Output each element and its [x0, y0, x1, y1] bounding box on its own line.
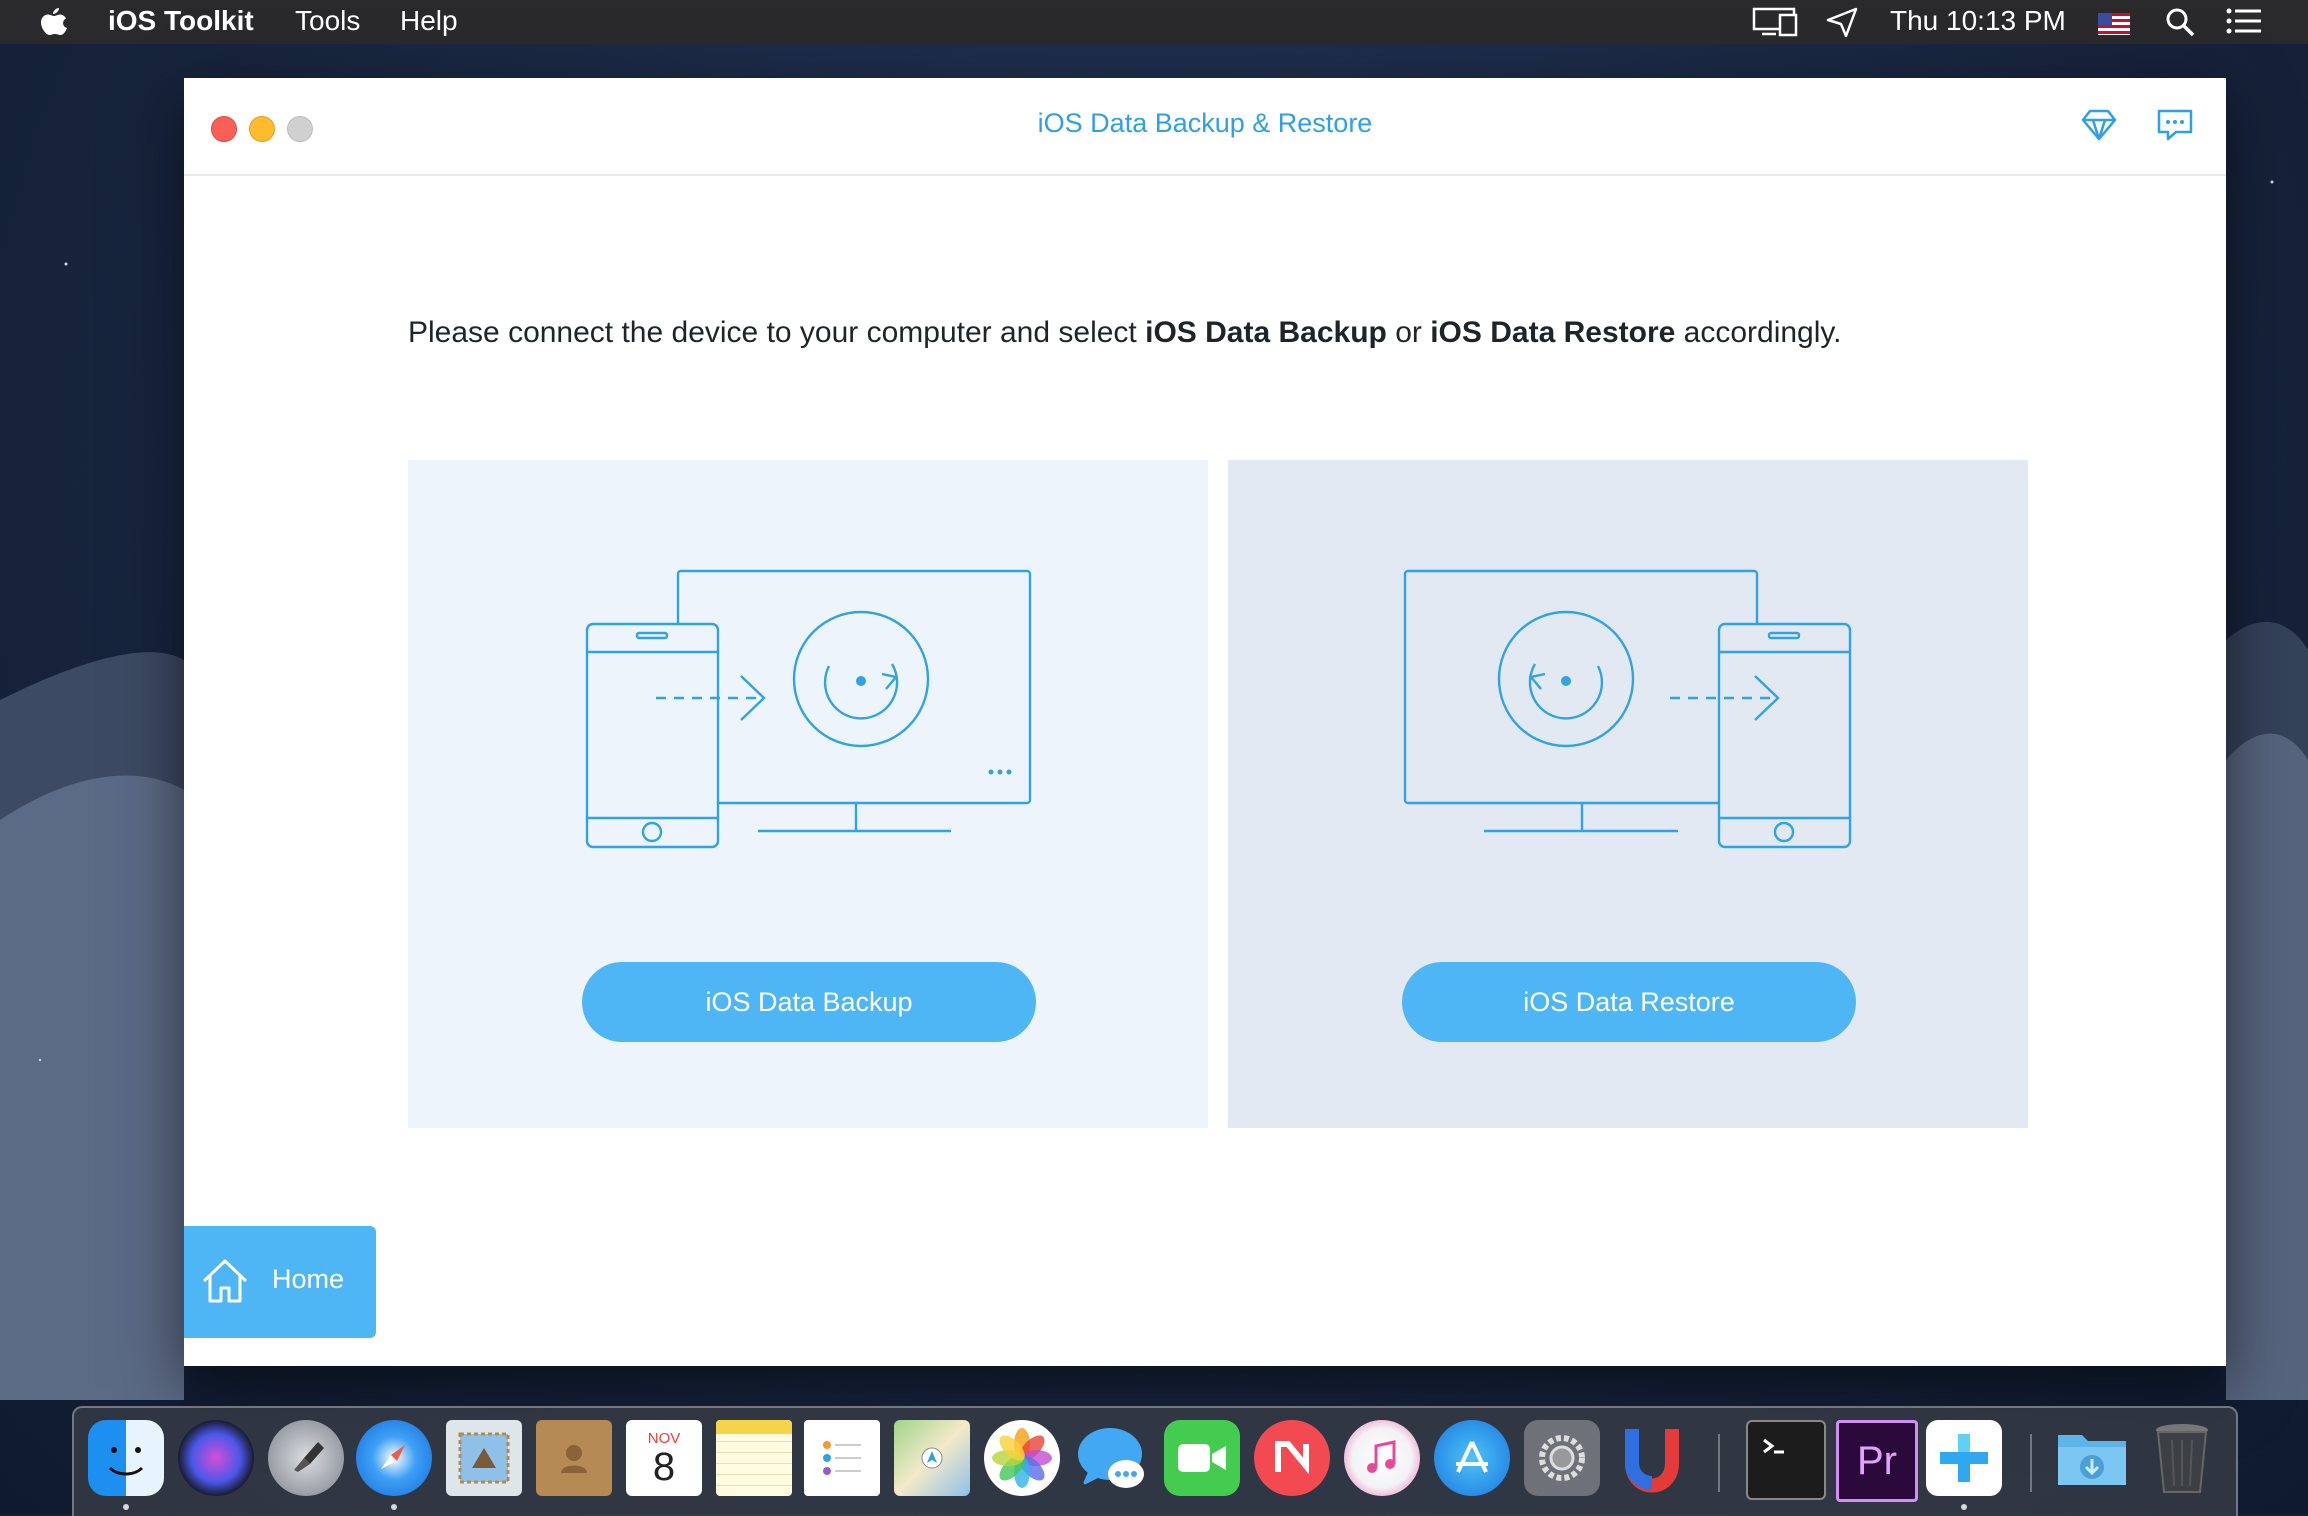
dock-contacts-icon[interactable] — [536, 1420, 612, 1496]
dock-launchpad-icon[interactable] — [268, 1420, 344, 1496]
menu-help[interactable]: Help — [400, 5, 458, 37]
home-button[interactable]: Home — [184, 1226, 376, 1338]
dock-downloads-folder-icon[interactable] — [2054, 1420, 2130, 1496]
spotlight-search-icon[interactable] — [2164, 6, 2196, 45]
dock-trash-icon[interactable] — [2144, 1420, 2220, 1496]
menu-bar: iOS Toolkit Tools Help Thu 10:13 PM — [0, 0, 2308, 44]
ios-data-backup-button[interactable]: iOS Data Backup — [582, 962, 1036, 1042]
title-bar: iOS Data Backup & Restore — [184, 78, 2226, 176]
diamond-icon[interactable] — [2080, 108, 2118, 147]
dock-ios-toolkit-icon[interactable] — [1926, 1420, 2002, 1496]
display-mirroring-icon[interactable] — [1752, 6, 1800, 45]
menu-tools[interactable]: Tools — [295, 5, 360, 37]
instruction-backup-emphasis: iOS Data Backup — [1145, 316, 1387, 349]
running-indicator — [1961, 1504, 1967, 1510]
dock-reminders-icon[interactable] — [804, 1420, 880, 1496]
app-window: iOS Data Backup & Restore Please connect… — [184, 78, 2226, 1366]
dock-app-store-icon[interactable] — [1434, 1420, 1510, 1496]
dock-maps-icon[interactable] — [894, 1420, 970, 1496]
backup-card[interactable]: iOS Data Backup — [408, 460, 1208, 1128]
dock-mail-icon[interactable] — [446, 1420, 522, 1496]
instruction-text: Please connect the device to your comput… — [408, 316, 1842, 350]
home-label: Home — [272, 1264, 345, 1294]
running-indicator — [123, 1504, 129, 1510]
instruction-part: or — [1386, 316, 1431, 349]
menu-clock[interactable]: Thu 10:13 PM — [1890, 5, 2066, 37]
dock-separator — [2030, 1434, 2032, 1492]
dock-notes-icon[interactable] — [716, 1420, 792, 1496]
apple-menu-icon[interactable] — [40, 6, 68, 43]
instruction-part: Please connect the device to your comput… — [408, 316, 1146, 349]
dock-photos-icon[interactable] — [984, 1420, 1060, 1496]
dock-messages-icon[interactable] — [1074, 1420, 1150, 1496]
instruction-part: accordingly. — [1675, 316, 1842, 349]
notification-list-icon[interactable] — [2226, 6, 2262, 43]
calendar-day: 8 — [652, 1444, 676, 1489]
location-send-icon[interactable] — [1826, 6, 1858, 45]
dock-separator — [1718, 1434, 1720, 1492]
dock: NOV 8 Pr — [72, 1406, 2238, 1516]
calendar-month: NOV — [647, 1429, 681, 1447]
dock-news-icon[interactable] — [1254, 1420, 1330, 1496]
dock-premiere-pro-icon[interactable]: Pr — [1836, 1420, 1918, 1502]
menu-app-name[interactable]: iOS Toolkit — [108, 5, 254, 37]
dock-finder-icon[interactable] — [88, 1420, 164, 1496]
dock-itunes-icon[interactable] — [1344, 1420, 1420, 1496]
dock-facetime-icon[interactable] — [1164, 1420, 1240, 1496]
premiere-label: Pr — [1857, 1438, 1897, 1483]
running-indicator — [391, 1504, 397, 1510]
ios-data-restore-button[interactable]: iOS Data Restore — [1402, 962, 1856, 1042]
dock-calendar-icon[interactable]: NOV 8 — [626, 1420, 702, 1496]
home-icon — [200, 1256, 250, 1311]
dock-magnet-icon[interactable] — [1614, 1420, 1690, 1496]
restore-card[interactable]: iOS Data Restore — [1228, 460, 2028, 1128]
dock-system-preferences-icon[interactable] — [1524, 1420, 1600, 1496]
dock-siri-icon[interactable] — [178, 1420, 254, 1496]
window-title: iOS Data Backup & Restore — [1037, 108, 1373, 138]
dock-terminal-icon[interactable] — [1746, 1420, 1826, 1500]
instruction-restore-emphasis: iOS Data Restore — [1430, 316, 1676, 349]
feedback-chat-icon[interactable] — [2156, 108, 2194, 147]
us-flag-icon[interactable] — [2098, 10, 2130, 42]
dock-safari-icon[interactable] — [356, 1420, 432, 1496]
